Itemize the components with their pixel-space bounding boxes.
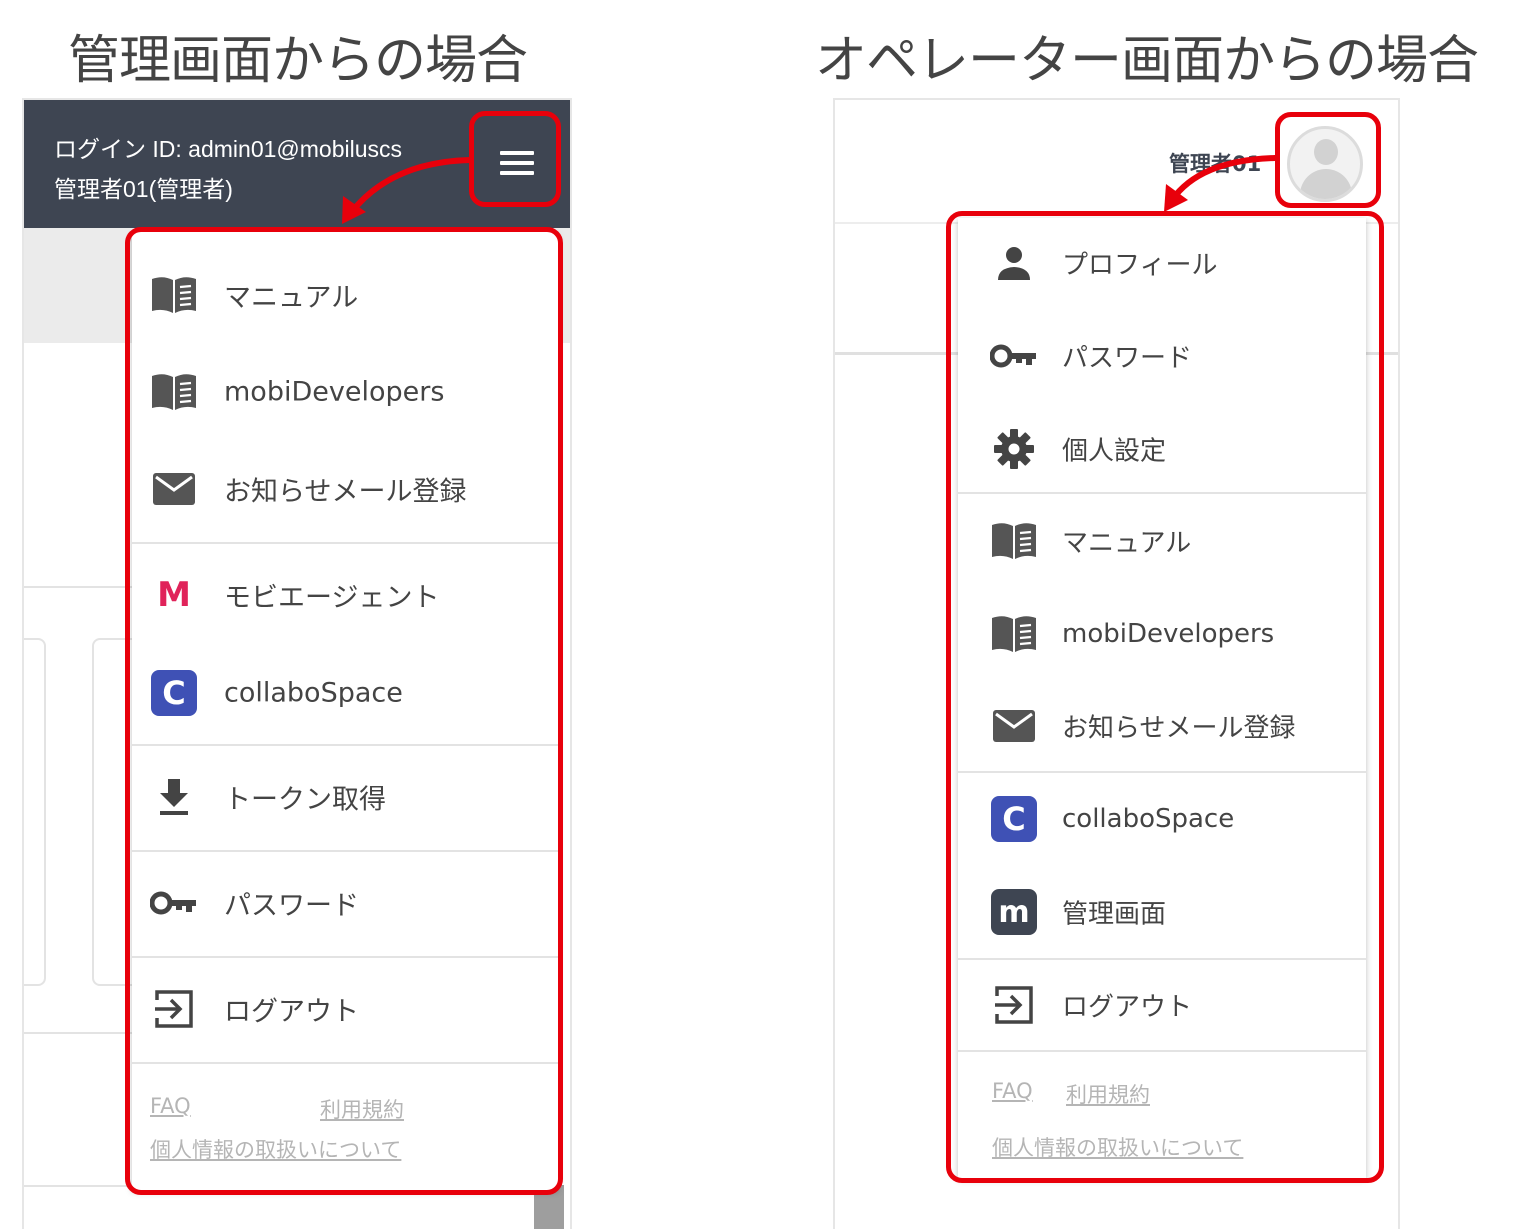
background-card (24, 638, 46, 986)
background-divider (24, 586, 134, 588)
operator-user-name: 管理者01 (1169, 152, 1262, 176)
admin-heading: 管理画面からの場合 (68, 31, 528, 91)
highlight-operator-menu (946, 211, 1384, 1183)
login-id-text: ログイン ID: admin01@mobiluscs (54, 136, 402, 162)
highlight-avatar (1275, 112, 1381, 208)
background-divider (24, 1032, 134, 1034)
user-name-text: 管理者01(管理者) (54, 176, 233, 202)
highlight-admin-menu (125, 227, 563, 1195)
highlight-menu-button (469, 111, 561, 207)
operator-heading: オペレーター画面からの場合 (815, 31, 1479, 91)
